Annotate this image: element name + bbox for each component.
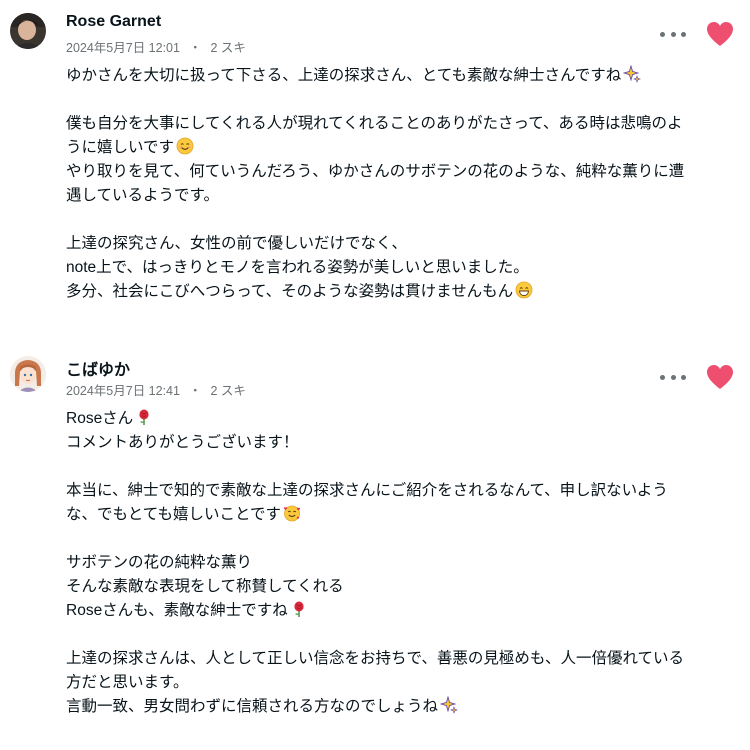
comment-line [66,455,736,479]
comment-line: そんな素敵な表現をして称賛してくれる [66,578,344,595]
more-options-icon[interactable] [660,30,686,38]
comment-body: ゆかさんを大切に扱って下さる、上達の探求さん、とても素敵な紳士さんですね 僕も自… [66,64,736,304]
comment-date[interactable]: 2024年5月7日 12:41 [66,380,180,399]
comment-line: ゆかさんを大切に扱って下さる、上達の探求さん、とても素敵な紳士さんですね [66,64,736,88]
comment-line: な、でもとても嬉しいことです [66,503,736,527]
comment-line: 方だと思います。 [66,674,189,691]
comment-meta: 2024年5月7日 12:01 ・ 2 スキ [66,37,246,56]
rose-emoji [290,600,308,618]
more-options-icon[interactable] [660,373,686,381]
comment-line: note上で、はっきりとモノを言われる姿勢が美しいと思いました。 [66,259,529,276]
comment-line: 言動一致、男女問わずに信頼される方なのでしょうね [66,695,736,719]
like-count[interactable]: 2 スキ [210,380,245,399]
grinning-face-emoji [515,281,533,299]
comment-line: 上達の探求さんは、人として正しい信念をお持ちで、善悪の見極めも、人一倍優れている [66,650,684,667]
author-name[interactable]: こばゆか [66,356,130,380]
comment-line: やり取りを見て、何ていうんだろう、ゆかさんのサボテンの花のような、純粋な薫りに遭 [66,163,685,180]
comment-body: Roseさん コメントありがとうございます！ 本当に、紳士で知的で素敵な上達の探… [66,407,736,719]
sparkles-emoji [623,65,642,83]
comment-line: 遇しているようです。 [66,187,219,204]
comment-line [66,88,736,112]
comment-line: 本当に、紳士で知的で素敵な上達の探求さんにご紹介をされるなんて、申し訳ないよう [66,482,668,499]
heart-icon[interactable] [706,364,734,390]
smiling-face-with-hearts-emoji [283,504,301,522]
comment-line: 多分、社会にこびへつらって、そのような姿勢は貫けませんもん [66,280,736,304]
comment-line: うに嬉しいです [66,136,736,160]
comment-line: Roseさんも、素敵な紳士ですね [66,599,736,623]
sparkles-emoji [440,696,458,714]
heart-icon[interactable] [706,21,734,47]
comment-line: サボテンの花の純粋な薫り [66,554,253,571]
comment-line: コメントありがとうございます！ [66,434,299,451]
like-count[interactable]: 2 スキ [210,37,245,56]
comment-meta: 2024年5月7日 12:41 ・ 2 スキ [66,380,246,399]
comment-line: 僕も自分を大事にしてくれる人が現れてくれることのありがたさって、ある時は悲鳴のよ [66,115,683,132]
comment-line [66,623,736,647]
author-name[interactable]: Rose Garnet [66,13,161,31]
separator-dot: ・ [188,384,202,398]
comment-line [66,208,736,232]
rose-emoji [135,408,153,426]
separator-dot: ・ [188,41,202,55]
avatar[interactable] [10,13,46,49]
comment-line: 上達の探究さん、女性の前で優しいだけでなく、 [66,235,408,252]
smiling-face-emoji [176,137,194,155]
avatar[interactable] [10,356,46,392]
comment-line [66,527,736,551]
comment-date[interactable]: 2024年5月7日 12:01 [66,37,180,56]
comment-line: Roseさん [66,407,736,431]
